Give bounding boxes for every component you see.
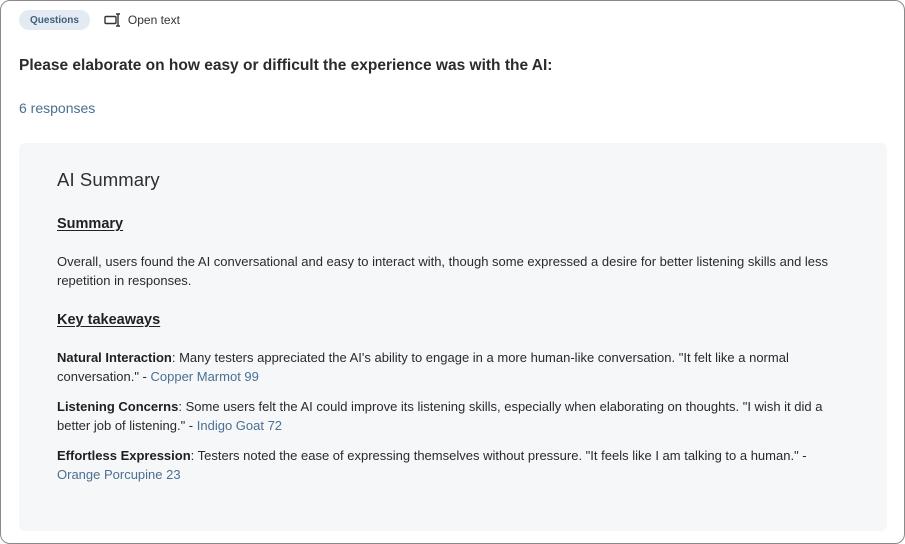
takeaway-title: Natural Interaction — [57, 350, 172, 365]
takeaway-title: Effortless Expression — [57, 448, 191, 463]
takeaway-item: Listening Concerns: Some users felt the … — [57, 397, 847, 435]
open-text-icon — [104, 13, 122, 27]
ai-summary-title: AI Summary — [57, 169, 160, 190]
summary-text: Overall, users found the AI conversation… — [57, 254, 829, 288]
takeaway-item: Natural Interaction: Many testers apprec… — [57, 348, 847, 386]
takeaway-author-link[interactable]: Copper Marmot 99 — [151, 369, 259, 384]
question-type: Open text — [104, 13, 180, 27]
takeaway-author-link[interactable]: Indigo Goat 72 — [197, 418, 282, 433]
question-title: Please elaborate on how easy or difficul… — [19, 57, 553, 74]
takeaway-text: : Testers noted the ease of expressing t… — [190, 448, 807, 463]
questions-chip[interactable]: Questions — [19, 10, 90, 30]
ai-summary-card: AI Summary Summary Overall, users found … — [19, 143, 887, 531]
summary-heading: Summary — [57, 216, 124, 232]
responses-link[interactable]: 6 responses — [19, 100, 95, 116]
question-header: Questions Open text — [19, 10, 180, 30]
takeaway-title: Listening Concerns — [57, 399, 179, 414]
takeaway-item: Effortless Expression: Testers noted the… — [57, 446, 847, 484]
key-takeaways-heading: Key takeaways — [57, 312, 161, 328]
takeaway-author-link[interactable]: Orange Porcupine 23 — [57, 467, 181, 482]
question-panel: Questions Open text Please elaborate on … — [0, 0, 905, 544]
question-type-label: Open text — [127, 13, 180, 27]
